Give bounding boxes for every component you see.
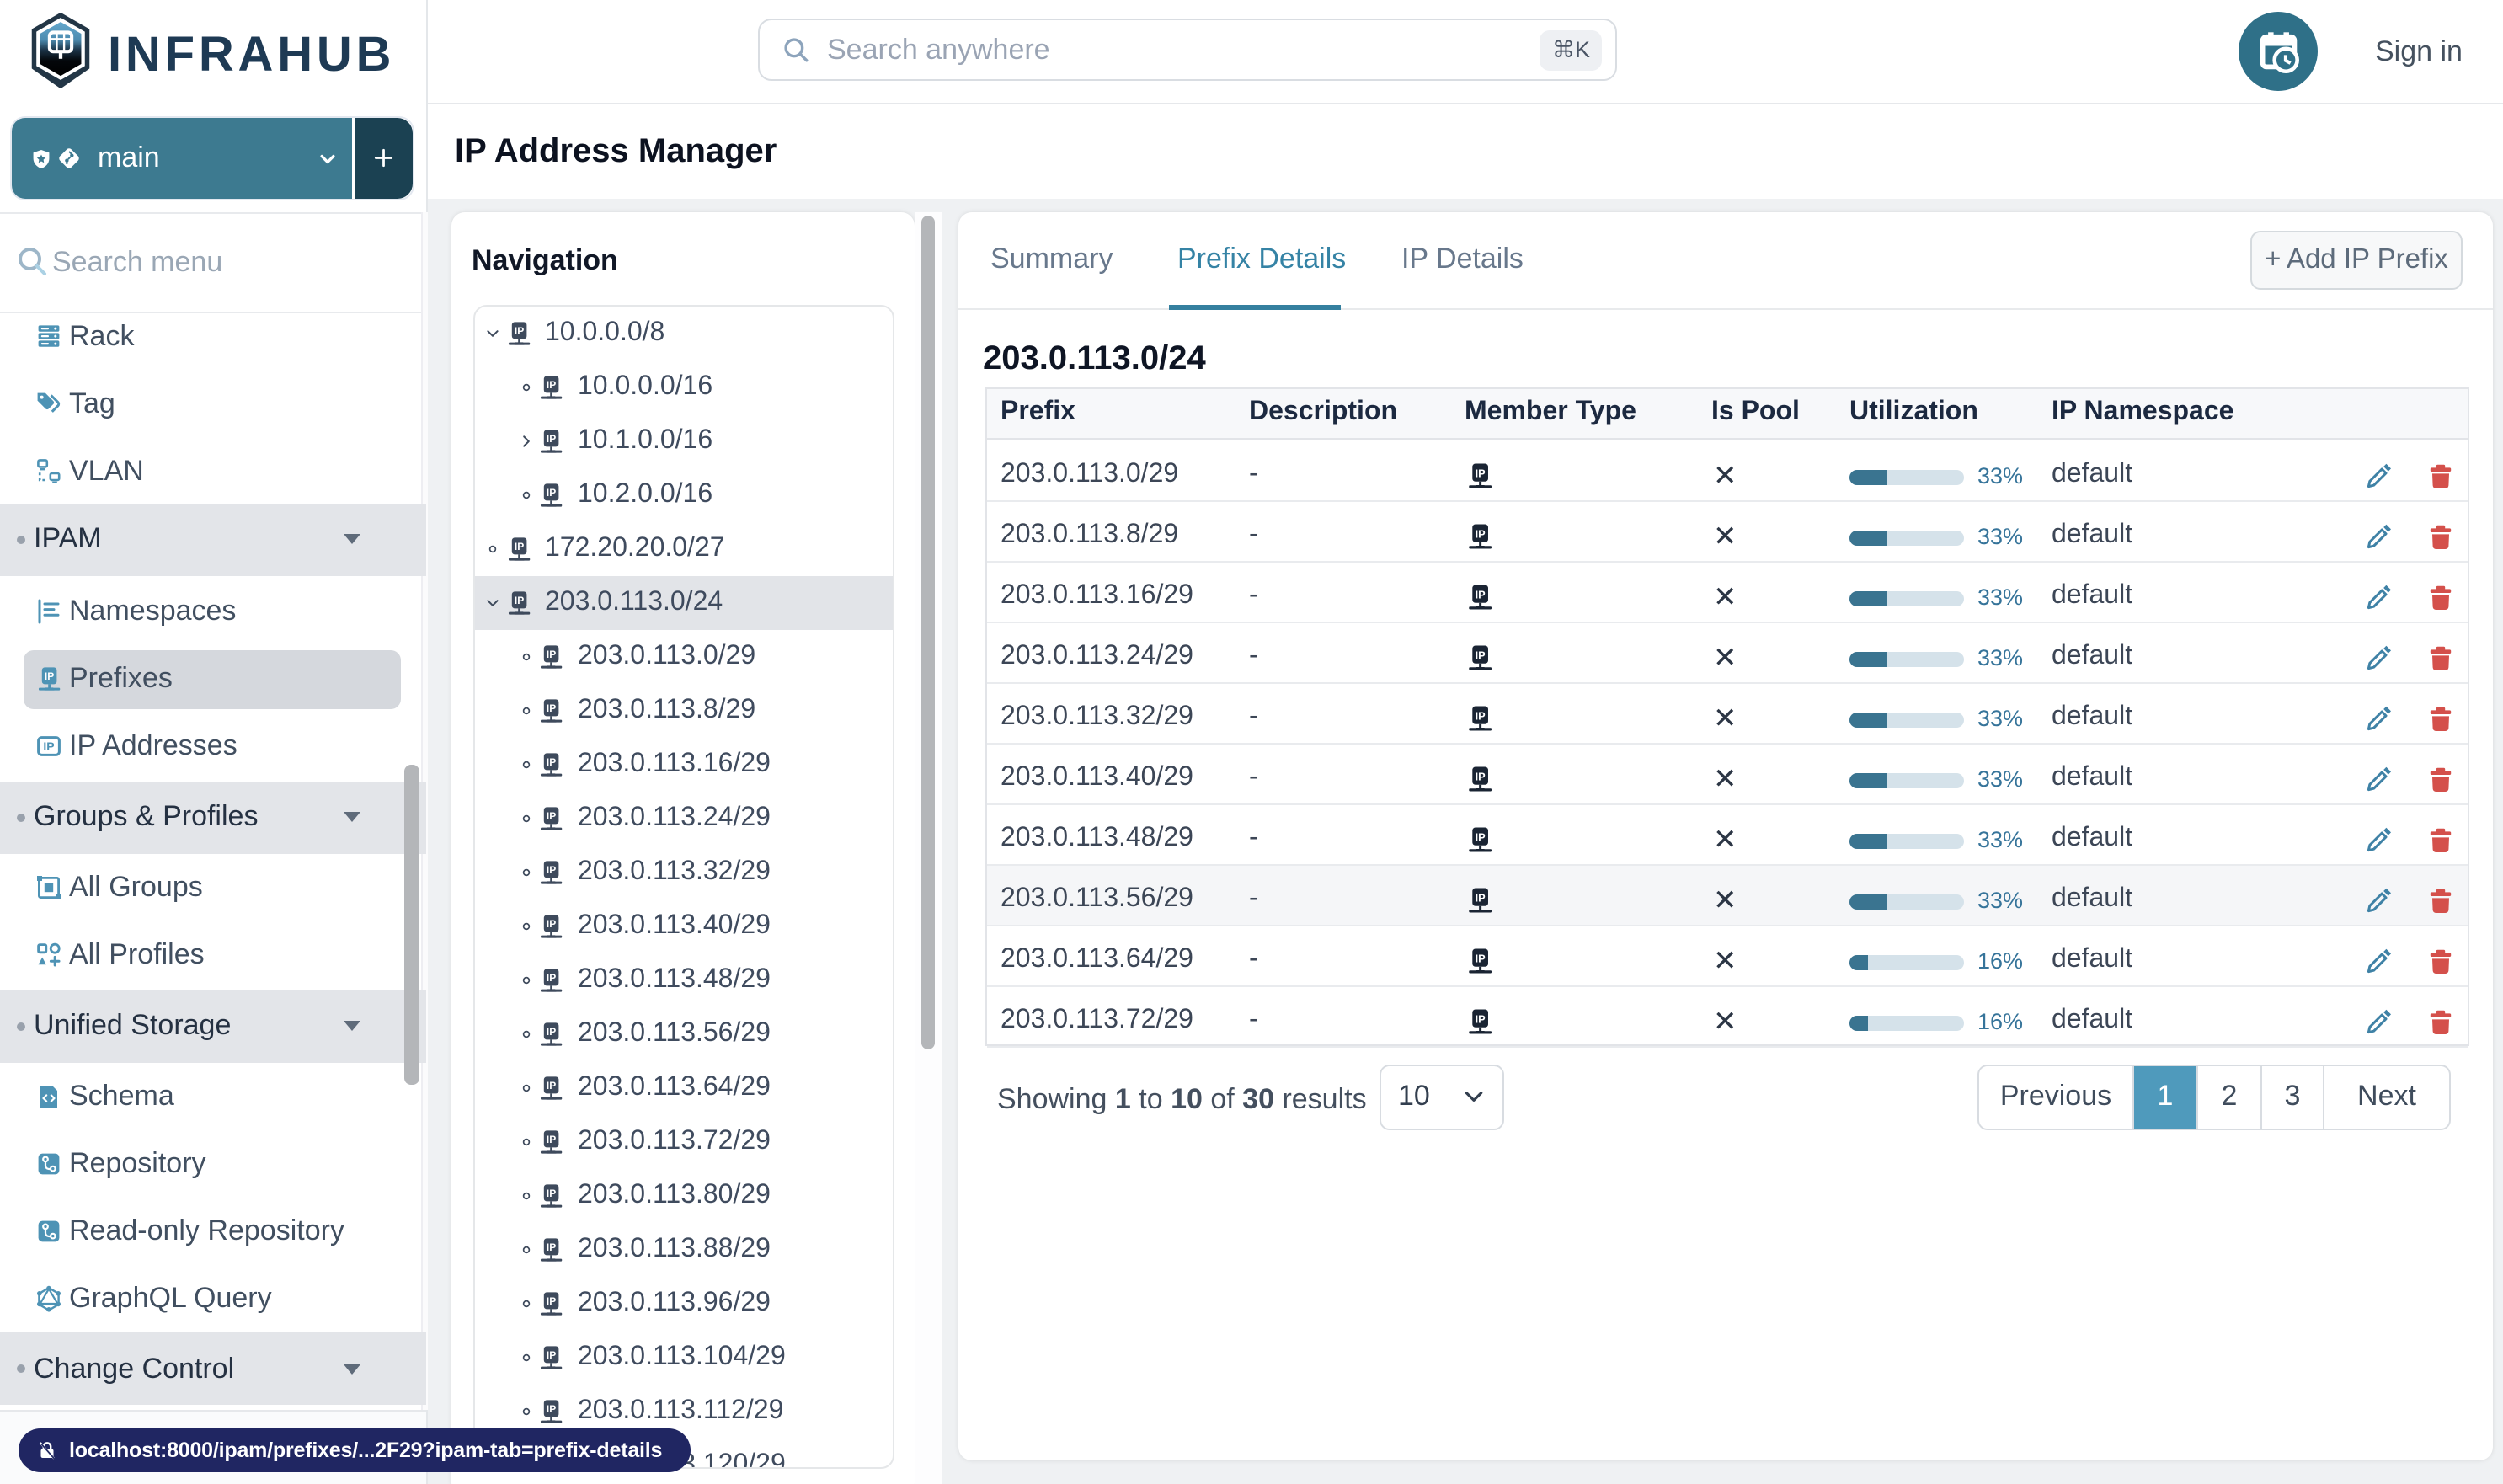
svg-text:IP: IP [547,702,556,714]
svg-text:IP: IP [547,972,556,984]
svg-text:IP: IP [547,864,556,876]
svg-text:IP: IP [1475,1012,1486,1025]
svg-text:IP: IP [547,1026,556,1038]
svg-text:IP: IP [547,1241,556,1253]
svg-text:IP: IP [547,1188,556,1199]
svg-text:IP: IP [514,541,523,552]
svg-text:IP: IP [547,433,556,445]
svg-text:IP: IP [1475,770,1486,782]
svg-text:IP: IP [43,739,54,753]
svg-text:IP: IP [547,649,556,660]
svg-text:IP: IP [1475,952,1486,964]
svg-text:IP: IP [547,1295,556,1307]
svg-text:IP: IP [1475,588,1486,601]
svg-text:IP: IP [547,1403,556,1415]
svg-text:IP: IP [547,1080,556,1092]
svg-text:IP: IP [547,487,556,499]
svg-text:IP: IP [547,1134,556,1145]
svg-text:IP: IP [547,1349,556,1361]
svg-text:IP: IP [1475,709,1486,722]
svg-text:IP: IP [45,670,54,682]
svg-text:IP: IP [547,918,556,930]
svg-text:IP: IP [1475,467,1486,479]
svg-text:IP: IP [1475,649,1486,661]
svg-text:IP: IP [514,325,523,337]
svg-text:IP: IP [1475,527,1486,540]
svg-text:IP: IP [547,810,556,822]
svg-text:IP: IP [514,595,523,606]
svg-text:IP: IP [547,379,556,391]
svg-text:IP: IP [547,756,556,768]
svg-text:IP: IP [1475,891,1486,904]
svg-text:IP: IP [1475,830,1486,843]
